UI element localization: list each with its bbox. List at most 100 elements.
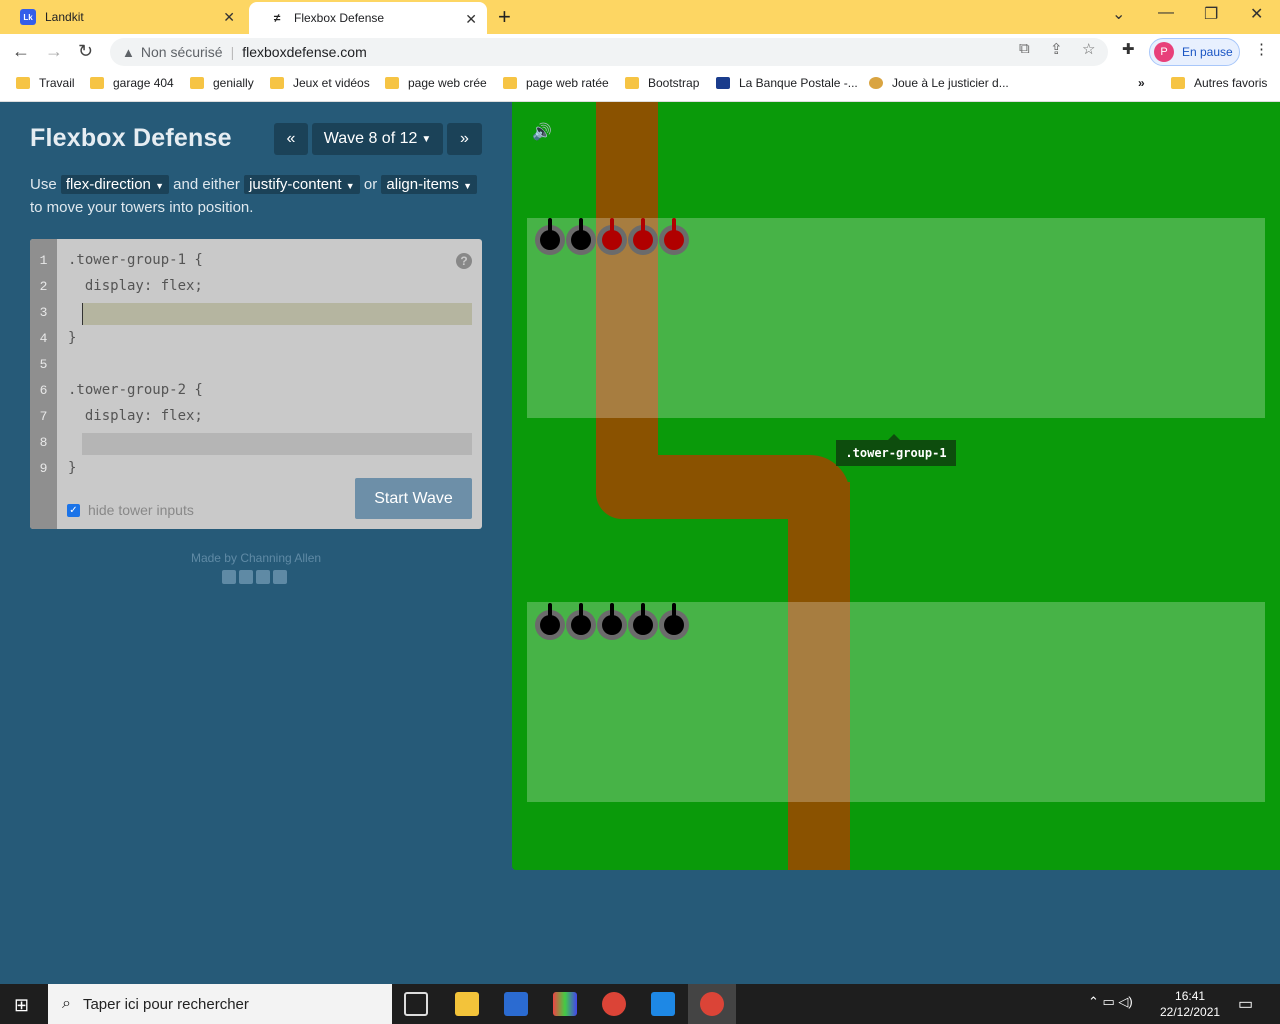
- github-icon[interactable]: [273, 570, 287, 584]
- bookmark-item[interactable]: Jeux et vidéos: [270, 76, 370, 90]
- address-bar[interactable]: ▲ Non sécurisé | flexboxdefense.com: [110, 38, 1108, 66]
- caret-icon: ▼: [345, 181, 355, 191]
- restore-icon[interactable]: ❐: [1204, 4, 1218, 24]
- profile-status: En pause: [1182, 45, 1233, 59]
- folder-icon: [625, 77, 639, 89]
- help-icon[interactable]: ?: [456, 253, 472, 269]
- line-number: 6: [39, 383, 48, 398]
- bookmark-star-icon[interactable]: ☆: [1082, 40, 1095, 58]
- notepad-icon[interactable]: [504, 992, 528, 1016]
- file-explorer-icon[interactable]: [455, 992, 479, 1016]
- code-line: .tower-group-2 {: [68, 382, 203, 398]
- share-icon[interactable]: ⇪: [1050, 40, 1063, 58]
- line-number: 5: [39, 357, 48, 372]
- line-number: 4: [39, 331, 48, 346]
- wave-label: Wave 8 of 12: [323, 130, 418, 147]
- tower: [597, 218, 627, 255]
- linkedin-icon[interactable]: [256, 570, 270, 584]
- tab-flexbox-defense[interactable]: ≠ Flexbox Defense ✕: [249, 2, 487, 34]
- browser-tab-bar: Lk Landkit ✕ ≠ Flexbox Defense ✕ + ⌄ — ❐…: [0, 0, 1280, 34]
- bookmark-item[interactable]: page web ratée: [503, 76, 609, 90]
- bookmark-item[interactable]: genially: [190, 76, 254, 90]
- tray-icons[interactable]: ⌃ ▭ ◁): [1088, 994, 1133, 1010]
- line-number: 9: [39, 461, 48, 476]
- bookmark-item[interactable]: Autres favoris: [1171, 76, 1267, 90]
- tower-barrel: [579, 218, 583, 234]
- facebook-icon[interactable]: [222, 570, 236, 584]
- sound-icon[interactable]: 🔊: [532, 122, 552, 142]
- clock-time: 16:41: [1175, 989, 1206, 1003]
- bookmark-item[interactable]: Bootstrap: [625, 76, 699, 90]
- bookmark-item[interactable]: Travail: [16, 76, 75, 90]
- vscode-icon[interactable]: [651, 992, 675, 1016]
- taskbar-search[interactable]: ⌕ Taper ici pour rechercher: [48, 984, 392, 1024]
- instructions: Use flex-direction ▼ and either justify-…: [30, 174, 480, 219]
- minimize-icon[interactable]: —: [1158, 4, 1174, 22]
- tower: [659, 218, 689, 255]
- close-tab-icon[interactable]: ✕: [465, 11, 477, 28]
- flex-direction-dropdown[interactable]: flex-direction ▼: [60, 175, 169, 194]
- folder-icon: [190, 77, 204, 89]
- twitter-icon[interactable]: [239, 570, 253, 584]
- tab-search-icon[interactable]: ⌄: [1112, 4, 1125, 24]
- prev-wave-button[interactable]: «: [274, 123, 308, 155]
- clock[interactable]: 16:41 22/12/2021: [1160, 988, 1220, 1020]
- dropdown-label: justify-content: [249, 176, 342, 193]
- task-view-icon[interactable]: [404, 992, 428, 1016]
- flexbox-defense-favicon-icon: ≠: [273, 11, 281, 25]
- close-tab-icon[interactable]: ✕: [223, 9, 235, 26]
- caret-icon: ▼: [155, 181, 164, 191]
- back-icon[interactable]: ←: [12, 41, 30, 62]
- bookmark-item[interactable]: Joue à Le justicier d...: [869, 76, 1009, 90]
- bookmark-item[interactable]: page web crée: [385, 76, 487, 90]
- code-line: display: flex;: [68, 278, 203, 294]
- notifications-icon[interactable]: ▭: [1238, 994, 1253, 1014]
- tower-core: [571, 603, 591, 635]
- tab-title: Flexbox Defense: [294, 11, 385, 25]
- menu-icon[interactable]: ⋮: [1254, 40, 1269, 58]
- bookmark-item[interactable]: La Banque Postale -...: [716, 76, 858, 90]
- align-items-dropdown[interactable]: align-items ▼: [381, 175, 478, 194]
- justify-content-dropdown[interactable]: justify-content ▼: [244, 175, 360, 194]
- forward-icon[interactable]: →: [45, 41, 63, 62]
- next-wave-button[interactable]: »: [447, 123, 482, 155]
- warning-icon: ▲: [122, 44, 135, 60]
- tower-core: [602, 218, 622, 250]
- tower-group-2-input[interactable]: [82, 433, 472, 455]
- bookmark-item[interactable]: garage 404: [90, 76, 174, 90]
- line-number: 2: [39, 279, 48, 294]
- bookmark-label: garage 404: [113, 76, 174, 90]
- chrome-icon[interactable]: [602, 992, 626, 1016]
- reload-icon[interactable]: ↻: [78, 41, 93, 62]
- more-bookmarks-icon[interactable]: »: [1138, 76, 1145, 90]
- bookmark-label: Travail: [39, 76, 75, 90]
- tower-core: [571, 218, 591, 250]
- new-tab-icon[interactable]: +: [498, 4, 511, 30]
- translate-icon[interactable]: ⧉: [1019, 40, 1030, 57]
- wave-select[interactable]: Wave 8 of 12 ▼: [312, 123, 443, 155]
- hide-tower-inputs-checkbox[interactable]: ✓: [67, 504, 80, 517]
- tower-core: [540, 603, 560, 635]
- folder-icon: [90, 77, 104, 89]
- tower-barrel: [548, 218, 552, 234]
- chrome-active-icon[interactable]: [700, 992, 724, 1016]
- code-line: .tower-group-1 {: [68, 252, 203, 268]
- dropdown-label: align-items: [386, 176, 459, 193]
- start-wave-button[interactable]: Start Wave: [355, 478, 472, 519]
- folder-icon: [1171, 77, 1185, 89]
- line-number: 1: [39, 253, 48, 268]
- bank-icon: [716, 77, 730, 89]
- bookmark-label: La Banque Postale -...: [739, 76, 858, 90]
- windows-start-icon[interactable]: ⊞: [14, 995, 29, 1016]
- profile-button[interactable]: P En pause: [1149, 38, 1240, 66]
- page-content: Flexbox Defense « Wave 8 of 12 ▼ » Use f…: [0, 102, 1280, 984]
- close-window-icon[interactable]: ✕: [1250, 4, 1263, 24]
- tower-barrel: [672, 603, 676, 619]
- tower-group-1-input[interactable]: [82, 303, 472, 325]
- tower: [535, 218, 565, 255]
- rubik-cube-icon[interactable]: [553, 992, 577, 1016]
- extensions-icon[interactable]: ✚: [1122, 40, 1135, 58]
- tower-core: [540, 218, 560, 250]
- code-line: display: flex;: [68, 408, 203, 424]
- tab-landkit[interactable]: Lk Landkit ✕: [0, 0, 245, 34]
